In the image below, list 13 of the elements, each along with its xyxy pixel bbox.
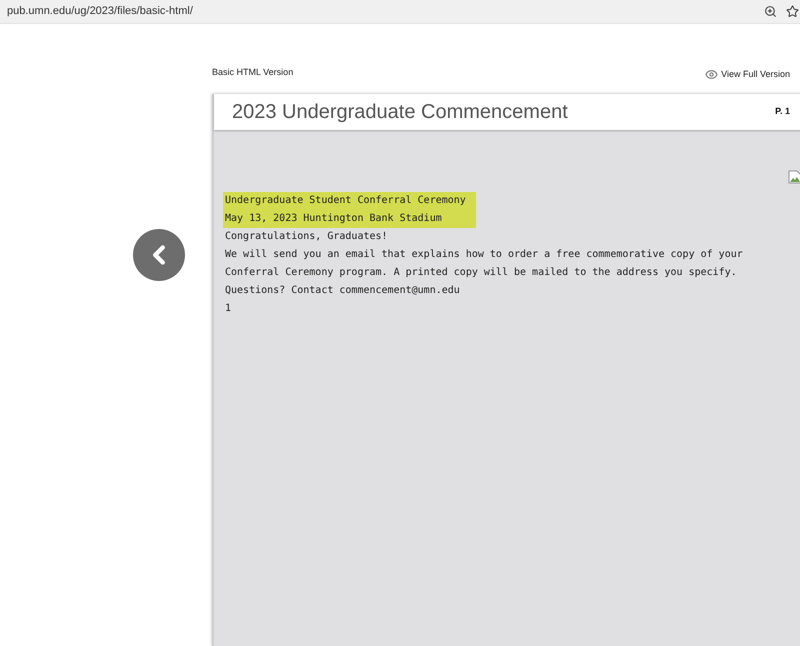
version-label: Basic HTML Version bbox=[212, 66, 294, 79]
page-number: P. 1 bbox=[775, 105, 790, 118]
document-title: 2023 Undergraduate Commencement bbox=[232, 100, 568, 125]
url-text[interactable]: pub.umn.edu/ug/2023/files/basic-html/ bbox=[7, 3, 764, 20]
view-full-version-link[interactable]: View Full Version bbox=[705, 68, 790, 82]
previous-page-button[interactable] bbox=[133, 229, 185, 281]
broken-image-icon bbox=[788, 170, 800, 184]
text-line: We will send you an email that explains how to order a free commemorative copy of your Conferral Ceremony program. A printed copy will be mailed to the address you specify. Questions? Contact commencement@umn.edu bbox=[224, 248, 744, 298]
eye-icon bbox=[705, 68, 718, 82]
text-line: Congratulations, Graduates! bbox=[224, 230, 389, 244]
zoom-icon[interactable] bbox=[764, 5, 777, 18]
text-line: 1 bbox=[224, 302, 232, 316]
bookmark-star-icon[interactable] bbox=[786, 5, 799, 18]
